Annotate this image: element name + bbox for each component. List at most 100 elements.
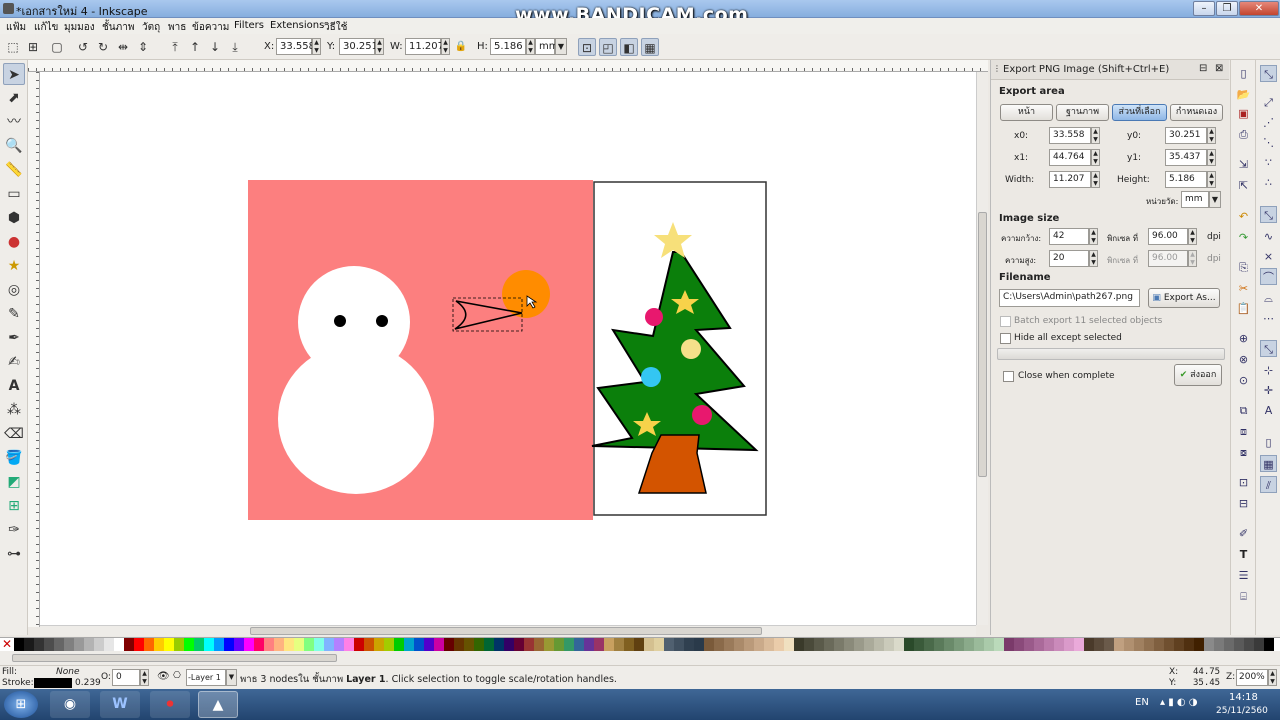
palette-swatch[interactable] — [1074, 638, 1084, 651]
undo-icon[interactable]: ↶ — [1235, 208, 1252, 225]
color-palette[interactable]: ✕ — [0, 637, 1280, 651]
text-tool-icon[interactable]: A — [3, 375, 25, 397]
menu-text[interactable]: ข้อความ — [192, 20, 229, 35]
palette-scroll-thumb[interactable] — [12, 654, 337, 662]
palette-swatch[interactable] — [874, 638, 884, 651]
menu-edit[interactable]: แก้ไข — [34, 20, 58, 35]
menu-object[interactable]: วัตถุ — [142, 20, 160, 35]
bandicam-taskbar-icon[interactable]: ⏺ — [150, 691, 190, 718]
palette-swatch[interactable] — [44, 638, 54, 651]
palette-swatch[interactable] — [314, 638, 324, 651]
palette-swatch[interactable] — [804, 638, 814, 651]
rotate-cw-icon[interactable]: ↻ — [94, 38, 112, 56]
layer-dropdown-icon[interactable]: ▼ — [226, 669, 237, 686]
chrome-taskbar-icon[interactable]: ◉ — [50, 691, 90, 718]
palette-swatch[interactable] — [1234, 638, 1244, 651]
palette-swatch[interactable] — [1034, 638, 1044, 651]
y-input[interactable]: 30.251 — [339, 38, 378, 55]
palette-swatch[interactable] — [554, 638, 564, 651]
unit-dropdown-icon[interactable]: ▼ — [555, 38, 567, 55]
palette-swatch[interactable] — [414, 638, 424, 651]
palette-swatch[interactable] — [534, 638, 544, 651]
palette-swatch[interactable] — [744, 638, 754, 651]
palette-swatch[interactable] — [844, 638, 854, 651]
snap-grid-icon[interactable]: ▦ — [1260, 455, 1277, 472]
palette-swatch[interactable] — [924, 638, 934, 651]
unlink-clone-icon[interactable]: ⧇ — [1235, 444, 1252, 461]
print-icon[interactable]: ⎙ — [1235, 126, 1252, 143]
inkscape-taskbar-icon[interactable]: ▲ — [198, 691, 238, 718]
h-spinner[interactable]: ▲ ▼ — [526, 38, 535, 55]
width-spinner[interactable]: ▲ ▼ — [1091, 171, 1100, 188]
pen-tool-icon[interactable]: ✒ — [3, 327, 25, 349]
units-dropdown-icon[interactable]: ▼ — [1209, 191, 1221, 208]
menu-extensions[interactable]: Extensions — [270, 20, 324, 31]
pixel-height-spinner[interactable]: ▲ ▼ — [1089, 250, 1098, 267]
zoom-tool-icon[interactable]: 🔍 — [3, 135, 25, 157]
palette-swatch[interactable] — [624, 638, 634, 651]
palette-swatch[interactable] — [1134, 638, 1144, 651]
rotate-ccw-icon[interactable]: ↺ — [74, 38, 92, 56]
width-input[interactable]: 11.207 — [1049, 171, 1091, 188]
move-gradients-icon[interactable]: ◧ — [620, 38, 638, 56]
palette-swatch[interactable] — [84, 638, 94, 651]
area-page-button[interactable]: หน้า — [1000, 104, 1053, 121]
palette-swatch[interactable] — [154, 638, 164, 651]
scale-stroke-icon[interactable]: ⊡ — [578, 38, 596, 56]
palette-swatch[interactable] — [284, 638, 294, 651]
palette-swatch[interactable] — [914, 638, 924, 651]
x0-input[interactable]: 33.558 — [1049, 127, 1091, 144]
menu-layer[interactable]: ชั้นภาพ — [102, 20, 134, 35]
snap-guides-icon[interactable]: ⫽ — [1260, 476, 1277, 493]
raise-to-top-icon[interactable]: ⤒ — [166, 38, 184, 56]
palette-swatch[interactable] — [564, 638, 574, 651]
palette-swatch[interactable] — [184, 638, 194, 651]
palette-swatch[interactable] — [774, 638, 784, 651]
ellipse-tool-icon[interactable]: ● — [3, 231, 25, 253]
palette-swatch[interactable] — [474, 638, 484, 651]
vertical-scrollbar[interactable] — [976, 72, 988, 625]
palette-swatch[interactable] — [1214, 638, 1224, 651]
snap-rotation-center-icon[interactable]: ✛ — [1260, 382, 1277, 399]
palette-swatch[interactable] — [94, 638, 104, 651]
zoom-selection-icon[interactable]: ⊕ — [1235, 330, 1252, 347]
drawing-canvas[interactable] — [40, 72, 976, 625]
palette-swatch[interactable] — [754, 638, 764, 651]
cut-icon[interactable]: ✂ — [1235, 280, 1252, 297]
palette-swatch[interactable] — [834, 638, 844, 651]
palette-swatch[interactable] — [784, 638, 794, 651]
gradient-tool-icon[interactable]: ◩ — [3, 471, 25, 493]
w-input[interactable]: 11.207 — [405, 38, 444, 55]
select-all-icon[interactable]: ⬚ — [4, 38, 22, 56]
raise-icon[interactable]: ↑ — [186, 38, 204, 56]
palette-swatch[interactable] — [1204, 638, 1214, 651]
snap-bbox-centers-icon[interactable]: ∴ — [1260, 174, 1277, 191]
units-select[interactable]: mm — [1181, 191, 1209, 208]
snap-nodes-icon[interactable]: ⤡ — [1260, 206, 1277, 223]
palette-swatch[interactable] — [144, 638, 154, 651]
clock-time[interactable]: 14:18 — [1229, 692, 1258, 703]
x1-input[interactable]: 44.764 — [1049, 149, 1091, 166]
palette-swatch[interactable] — [764, 638, 774, 651]
export-as-button[interactable]: ▣ Export As... — [1148, 288, 1220, 308]
area-drawing-button[interactable]: ฐานภาพ — [1056, 104, 1109, 121]
palette-swatch[interactable] — [124, 638, 134, 651]
bucket-tool-icon[interactable]: 🪣 — [3, 447, 25, 469]
y1-spinner[interactable]: ▲ ▼ — [1207, 149, 1216, 166]
connector-tool-icon[interactable]: ⊶ — [3, 543, 25, 565]
palette-swatch[interactable] — [74, 638, 84, 651]
no-paint-icon[interactable]: ✕ — [2, 637, 12, 651]
snap-bbox-corners-icon[interactable]: ⋱ — [1260, 134, 1277, 151]
palette-swatch[interactable] — [1024, 638, 1034, 651]
palette-swatch[interactable] — [964, 638, 974, 651]
palette-swatch[interactable] — [654, 638, 664, 651]
palette-swatch[interactable] — [664, 638, 674, 651]
palette-swatch[interactable] — [994, 638, 1004, 651]
area-selection-button[interactable]: ส่วนที่เลือก — [1112, 104, 1167, 121]
node-tool-icon[interactable]: ⬈ — [3, 87, 25, 109]
snap-smooth-nodes-icon[interactable]: ⌓ — [1260, 290, 1277, 307]
palette-swatch[interactable] — [14, 638, 24, 651]
height-input[interactable]: 5.186 — [1165, 171, 1207, 188]
palette-swatch[interactable] — [524, 638, 534, 651]
palette-swatch[interactable] — [1144, 638, 1154, 651]
